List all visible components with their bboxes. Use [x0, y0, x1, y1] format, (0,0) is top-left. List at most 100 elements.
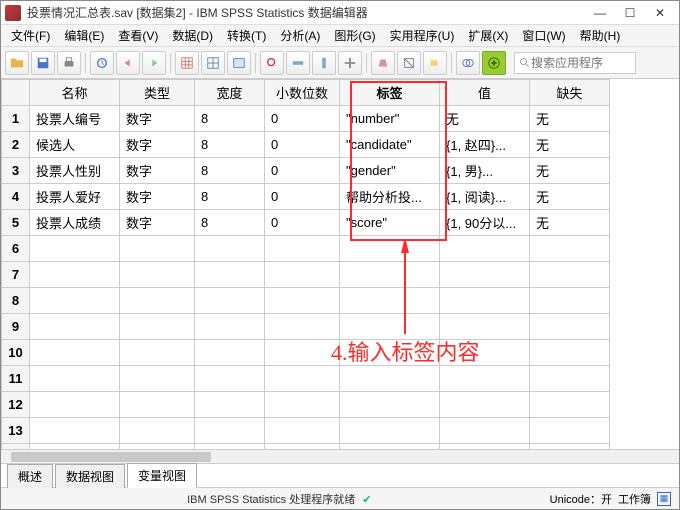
scrollbar-thumb[interactable] — [11, 452, 211, 462]
row-header[interactable]: 5 — [2, 210, 30, 236]
search-box[interactable] — [514, 52, 636, 74]
row-header[interactable]: 1 — [2, 106, 30, 132]
menu-data[interactable]: 数据(D) — [166, 25, 219, 46]
menu-transform[interactable]: 转换(T) — [221, 25, 272, 46]
cell-decimals[interactable]: 0 — [265, 210, 340, 236]
split-button[interactable] — [338, 51, 362, 75]
col-header-decimals[interactable]: 小数位数 — [265, 80, 340, 106]
print-button[interactable] — [57, 51, 81, 75]
sets-button[interactable] — [456, 51, 480, 75]
menu-edit[interactable]: 编辑(E) — [58, 25, 110, 46]
menu-analyze[interactable]: 分析(A) — [274, 25, 326, 46]
insert-case-button[interactable] — [286, 51, 310, 75]
variables-button[interactable] — [227, 51, 251, 75]
row-header[interactable]: 9 — [2, 314, 30, 340]
cell-missing[interactable]: 无 — [530, 184, 610, 210]
row-header[interactable]: 12 — [2, 392, 30, 418]
open-button[interactable] — [5, 51, 29, 75]
cell-missing[interactable]: 无 — [530, 106, 610, 132]
cell-width[interactable]: 8 — [195, 158, 265, 184]
table-row-empty[interactable]: 6 — [2, 236, 610, 262]
table-row[interactable]: 4投票人爱好数字80帮助分析投...{1, 阅读}...无 — [2, 184, 610, 210]
cell-type[interactable]: 数字 — [120, 210, 195, 236]
table-row-empty[interactable]: 12 — [2, 392, 610, 418]
minimize-button[interactable]: — — [585, 2, 615, 24]
undo-button[interactable] — [116, 51, 140, 75]
close-button[interactable]: ✕ — [645, 2, 675, 24]
workbook-icon[interactable]: ▦ — [657, 492, 671, 506]
menu-extensions[interactable]: 扩展(X) — [462, 25, 514, 46]
cell-decimals[interactable]: 0 — [265, 106, 340, 132]
cell-label[interactable]: "score" — [340, 210, 440, 236]
variable-grid[interactable]: 名称 类型 宽度 小数位数 标签 值 缺失 1投票人编号数字80"number"… — [1, 79, 679, 449]
cell-name[interactable]: 投票人性别 — [30, 158, 120, 184]
menu-help[interactable]: 帮助(H) — [574, 25, 627, 46]
tab-data-view[interactable]: 数据视图 — [55, 464, 125, 488]
col-header-name[interactable]: 名称 — [30, 80, 120, 106]
tab-overview[interactable]: 概述 — [7, 464, 53, 488]
cell-values[interactable]: {1, 赵四}... — [440, 132, 530, 158]
row-header[interactable]: 4 — [2, 184, 30, 210]
table-row[interactable]: 3投票人性别数字80"gender"{1, 男}...无 — [2, 158, 610, 184]
maximize-button[interactable]: ☐ — [615, 2, 645, 24]
recall-button[interactable] — [90, 51, 114, 75]
cell-width[interactable]: 8 — [195, 210, 265, 236]
table-row-empty[interactable]: 8 — [2, 288, 610, 314]
goto-var-button[interactable] — [201, 51, 225, 75]
run-button[interactable] — [482, 51, 506, 75]
cell-label[interactable]: 帮助分析投... — [340, 184, 440, 210]
cell-missing[interactable]: 无 — [530, 210, 610, 236]
col-header-label[interactable]: 标签 — [340, 80, 440, 106]
tab-variable-view[interactable]: 变量视图 — [127, 463, 197, 488]
cell-missing[interactable]: 无 — [530, 132, 610, 158]
value-labels-button[interactable] — [423, 51, 447, 75]
table-row-empty[interactable]: 10 — [2, 340, 610, 366]
cell-type[interactable]: 数字 — [120, 106, 195, 132]
row-header[interactable]: 11 — [2, 366, 30, 392]
menu-utilities[interactable]: 实用程序(U) — [384, 25, 461, 46]
cell-type[interactable]: 数字 — [120, 158, 195, 184]
row-header[interactable]: 13 — [2, 418, 30, 444]
redo-button[interactable] — [142, 51, 166, 75]
col-header-values[interactable]: 值 — [440, 80, 530, 106]
col-header-width[interactable]: 宽度 — [195, 80, 265, 106]
horizontal-scrollbar[interactable] — [1, 449, 679, 463]
menu-graphs[interactable]: 图形(G) — [328, 25, 381, 46]
menu-window[interactable]: 窗口(W) — [516, 25, 571, 46]
select-button[interactable] — [397, 51, 421, 75]
row-header[interactable]: 2 — [2, 132, 30, 158]
col-header-missing[interactable]: 缺失 — [530, 80, 610, 106]
table-row[interactable]: 5投票人成绩数字80"score"{1, 90分以...无 — [2, 210, 610, 236]
cell-values[interactable]: 无 — [440, 106, 530, 132]
table-row-empty[interactable]: 13 — [2, 418, 610, 444]
cell-name[interactable]: 投票人编号 — [30, 106, 120, 132]
table-row-empty[interactable]: 9 — [2, 314, 610, 340]
table-row-empty[interactable]: 7 — [2, 262, 610, 288]
row-header[interactable]: 3 — [2, 158, 30, 184]
cell-decimals[interactable]: 0 — [265, 158, 340, 184]
weight-button[interactable] — [371, 51, 395, 75]
row-header[interactable]: 10 — [2, 340, 30, 366]
row-header[interactable]: 8 — [2, 288, 30, 314]
cell-decimals[interactable]: 0 — [265, 132, 340, 158]
cell-decimals[interactable]: 0 — [265, 184, 340, 210]
table-row-empty[interactable]: 11 — [2, 366, 610, 392]
cell-width[interactable]: 8 — [195, 184, 265, 210]
cell-name[interactable]: 投票人成绩 — [30, 210, 120, 236]
cell-values[interactable]: {1, 阅读}... — [440, 184, 530, 210]
find-button[interactable] — [260, 51, 284, 75]
insert-var-button[interactable] — [312, 51, 336, 75]
cell-missing[interactable]: 无 — [530, 158, 610, 184]
menu-view[interactable]: 查看(V) — [112, 25, 164, 46]
save-button[interactable] — [31, 51, 55, 75]
cell-name[interactable]: 候选人 — [30, 132, 120, 158]
cell-values[interactable]: {1, 90分以... — [440, 210, 530, 236]
cell-type[interactable]: 数字 — [120, 132, 195, 158]
cell-values[interactable]: {1, 男}... — [440, 158, 530, 184]
cell-width[interactable]: 8 — [195, 106, 265, 132]
row-header[interactable]: 7 — [2, 262, 30, 288]
menu-file[interactable]: 文件(F) — [5, 25, 56, 46]
goto-case-button[interactable] — [175, 51, 199, 75]
search-input[interactable] — [531, 56, 631, 70]
table-row[interactable]: 2候选人数字80"candidate"{1, 赵四}...无 — [2, 132, 610, 158]
